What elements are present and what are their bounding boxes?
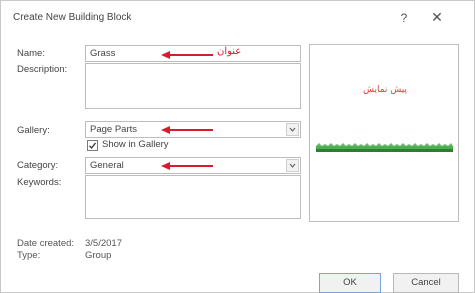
category-annotation-arrow-icon — [161, 162, 213, 170]
type-value: Group — [85, 250, 112, 261]
name-input-value: Grass — [90, 48, 116, 59]
show-in-gallery-checkbox[interactable] — [87, 140, 98, 151]
date-created-value: 3/5/2017 — [85, 238, 122, 249]
date-created-label: Date created: — [17, 238, 75, 249]
keywords-textarea[interactable] — [85, 175, 301, 219]
title-bar: Create New Building Block ? ✕ — [1, 1, 474, 35]
description-label: Description: — [17, 64, 68, 75]
help-button[interactable]: ? — [396, 10, 412, 26]
gallery-label: Gallery: — [17, 125, 50, 136]
description-textarea[interactable] — [85, 63, 301, 109]
cancel-button[interactable]: Cancel — [393, 273, 459, 293]
show-in-gallery-label: Show in Gallery — [102, 139, 169, 150]
keywords-label: Keywords: — [17, 177, 62, 188]
gallery-chevron-down-icon[interactable] — [286, 123, 299, 136]
category-label: Category: — [17, 160, 59, 171]
category-chevron-down-icon[interactable] — [286, 159, 299, 172]
name-label: Name: — [17, 48, 45, 59]
preview-pane: پیش نمایش — [309, 44, 459, 222]
create-building-block-dialog: Create New Building Block ? ✕ Name: Gras… — [0, 0, 475, 293]
grass-preview-image — [316, 143, 453, 152]
gallery-value: Page Parts — [90, 124, 137, 135]
category-value: General — [90, 160, 124, 171]
gallery-annotation-arrow-icon — [161, 126, 213, 134]
type-label: Type: — [17, 250, 41, 261]
ok-button[interactable]: OK — [319, 273, 381, 293]
preview-label: پیش نمایش — [363, 85, 407, 95]
checkmark-icon — [89, 142, 97, 149]
name-annotation-text: عنوان — [217, 46, 242, 57]
close-button[interactable]: ✕ — [429, 9, 445, 25]
name-annotation-arrow-icon — [161, 51, 213, 59]
dialog-title: Create New Building Block — [13, 12, 132, 23]
